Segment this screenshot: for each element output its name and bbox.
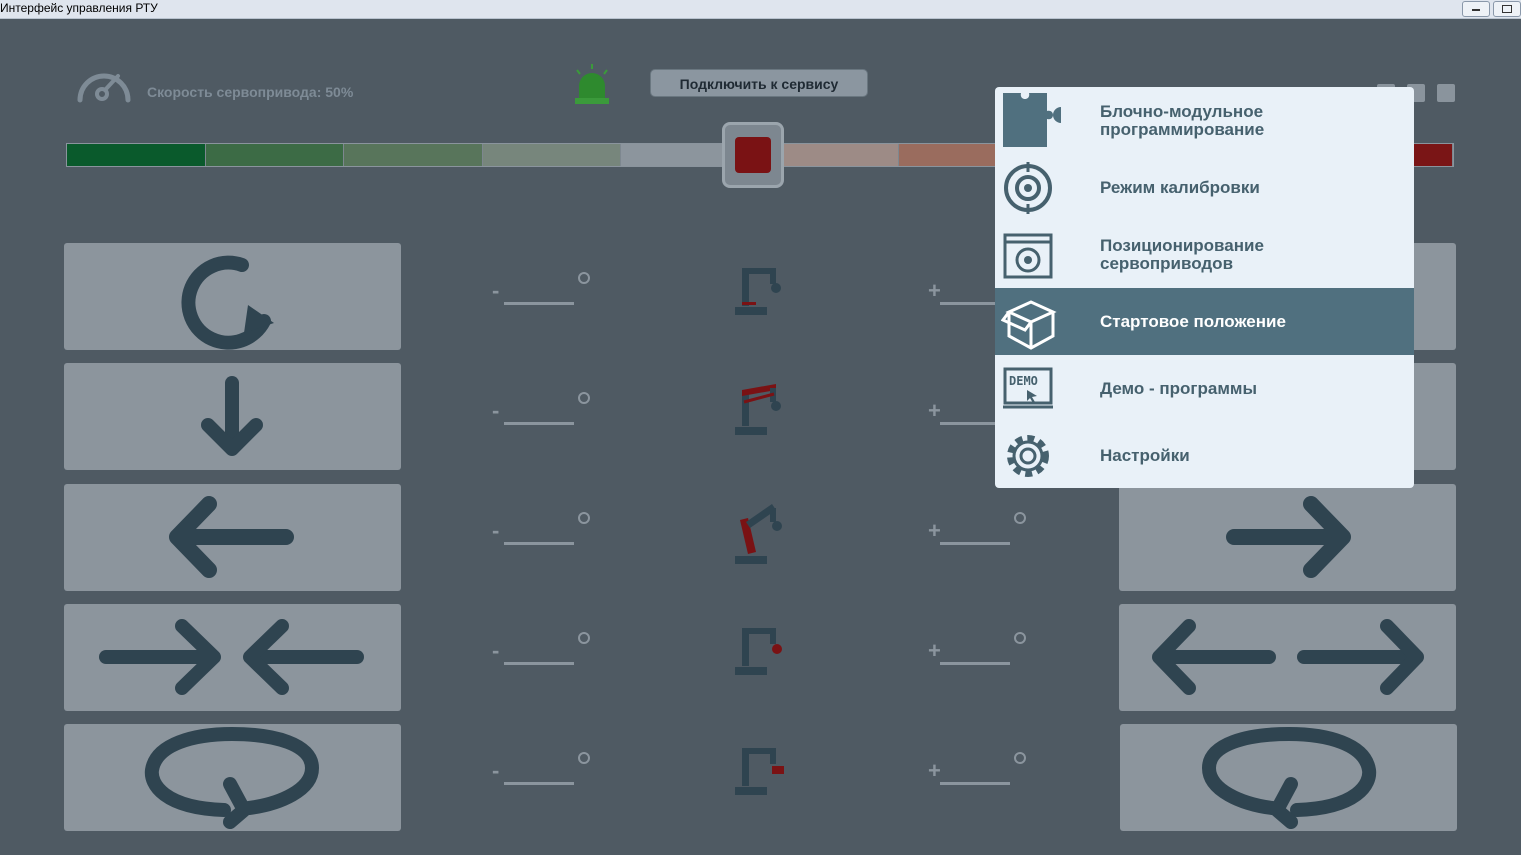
menu-item-label: Режим калибровки [1100, 177, 1260, 197]
rotate-base-left-button[interactable] [64, 724, 401, 831]
svg-text:DEMO: DEMO [1009, 374, 1038, 388]
minus-angle-input-3[interactable]: - [492, 510, 592, 570]
robot-arm-elbow-icon [735, 504, 782, 564]
plus-angle-input-4[interactable]: + [928, 630, 1028, 690]
connect-service-button[interactable]: Подключить к сервису [650, 69, 868, 97]
menu-item-demo[interactable]: DEMO Демо - программы [995, 355, 1414, 422]
rotate-ellipse-icon [144, 726, 320, 829]
calibration-icon [1004, 162, 1052, 214]
speedometer-icon [77, 73, 131, 103]
gear-icon [1007, 435, 1049, 477]
rotate-base-right-button[interactable] [1120, 724, 1457, 831]
menu-item-label: Позиционирование сервоприводов [1100, 235, 1264, 273]
servo-speed-label: Скорость сервопривода: 50% [147, 84, 354, 100]
robot-arm-base-icon [735, 268, 781, 315]
rotate-cw-left-button[interactable] [64, 243, 401, 350]
plus-sign: + [928, 398, 941, 423]
minus-angle-input-1[interactable]: - [492, 270, 592, 330]
menu-item-servo-positioning[interactable]: Позиционирование сервоприводов [995, 221, 1414, 288]
plus-sign: + [928, 518, 941, 543]
rotate-arrow-icon [181, 255, 274, 350]
minus-sign: - [492, 518, 500, 543]
window-control-square-3[interactable] [1437, 84, 1455, 102]
arrows-inward-icon [99, 619, 364, 695]
menu-item-calibration[interactable]: Режим калибровки [995, 154, 1414, 221]
puzzle-icon [1003, 93, 1061, 147]
plus-sign: + [928, 758, 941, 783]
speed-segment[interactable] [205, 144, 345, 166]
demo-icon: DEMO [1003, 367, 1053, 409]
siren-icon [575, 64, 609, 104]
minus-angle-input-2[interactable]: - [492, 390, 592, 450]
arrow-right-icon [1226, 496, 1351, 578]
plus-angle-input-3[interactable]: + [928, 510, 1028, 570]
plus-sign: + [928, 638, 941, 663]
minus-sign: - [492, 638, 500, 663]
robot-arm-shoulder-icon [735, 384, 781, 435]
speed-slider-handle[interactable] [722, 122, 784, 188]
menu-item-label: Блочно-модульное программирование [1100, 101, 1265, 139]
gripper-open-button[interactable] [1119, 604, 1456, 711]
move-left-button[interactable] [64, 484, 401, 591]
arrows-outward-icon [1152, 619, 1424, 695]
arrow-down-icon [201, 376, 263, 456]
minus-sign: - [492, 758, 500, 783]
speed-segment[interactable] [67, 144, 206, 166]
menu-item-settings[interactable]: Настройки [995, 422, 1414, 488]
main-menu-dropdown: Блочно-модульное программирование Режим … [995, 87, 1414, 488]
plus-angle-input-5[interactable]: + [928, 750, 1028, 810]
minimize-button[interactable] [1462, 1, 1490, 17]
restore-button[interactable] [1493, 1, 1521, 17]
arrow-left-icon [169, 496, 294, 578]
robot-arm-wrist-icon [735, 748, 784, 795]
menu-item-label: Демо - программы [1100, 378, 1258, 398]
gripper-close-button[interactable] [64, 604, 401, 711]
move-right-button[interactable] [1119, 484, 1456, 591]
minus-sign: - [492, 398, 500, 423]
minus-sign: - [492, 278, 500, 303]
menu-item-start-position[interactable]: Стартовое положение [995, 288, 1414, 355]
plus-sign: + [928, 278, 941, 303]
menu-item-block-programming[interactable]: Блочно-модульное программирование [995, 87, 1414, 154]
menu-item-label: Настройки [1100, 445, 1190, 465]
speed-segment[interactable] [344, 144, 483, 166]
move-down-button[interactable] [64, 363, 401, 470]
window-titlebar: Интерфейс управления РТУ [0, 0, 1521, 19]
speed-segment[interactable] [482, 144, 622, 166]
box-icon [1001, 300, 1057, 350]
window-title: Интерфейс управления РТУ [0, 1, 158, 15]
robot-arm-gripper-icon [735, 628, 782, 675]
rotate-ellipse-ccw-icon [1201, 726, 1377, 829]
minus-angle-input-4[interactable]: - [492, 630, 592, 690]
minus-angle-input-5[interactable]: - [492, 750, 592, 810]
servo-window-icon [1003, 233, 1053, 279]
menu-item-label: Стартовое положение [1100, 311, 1286, 331]
